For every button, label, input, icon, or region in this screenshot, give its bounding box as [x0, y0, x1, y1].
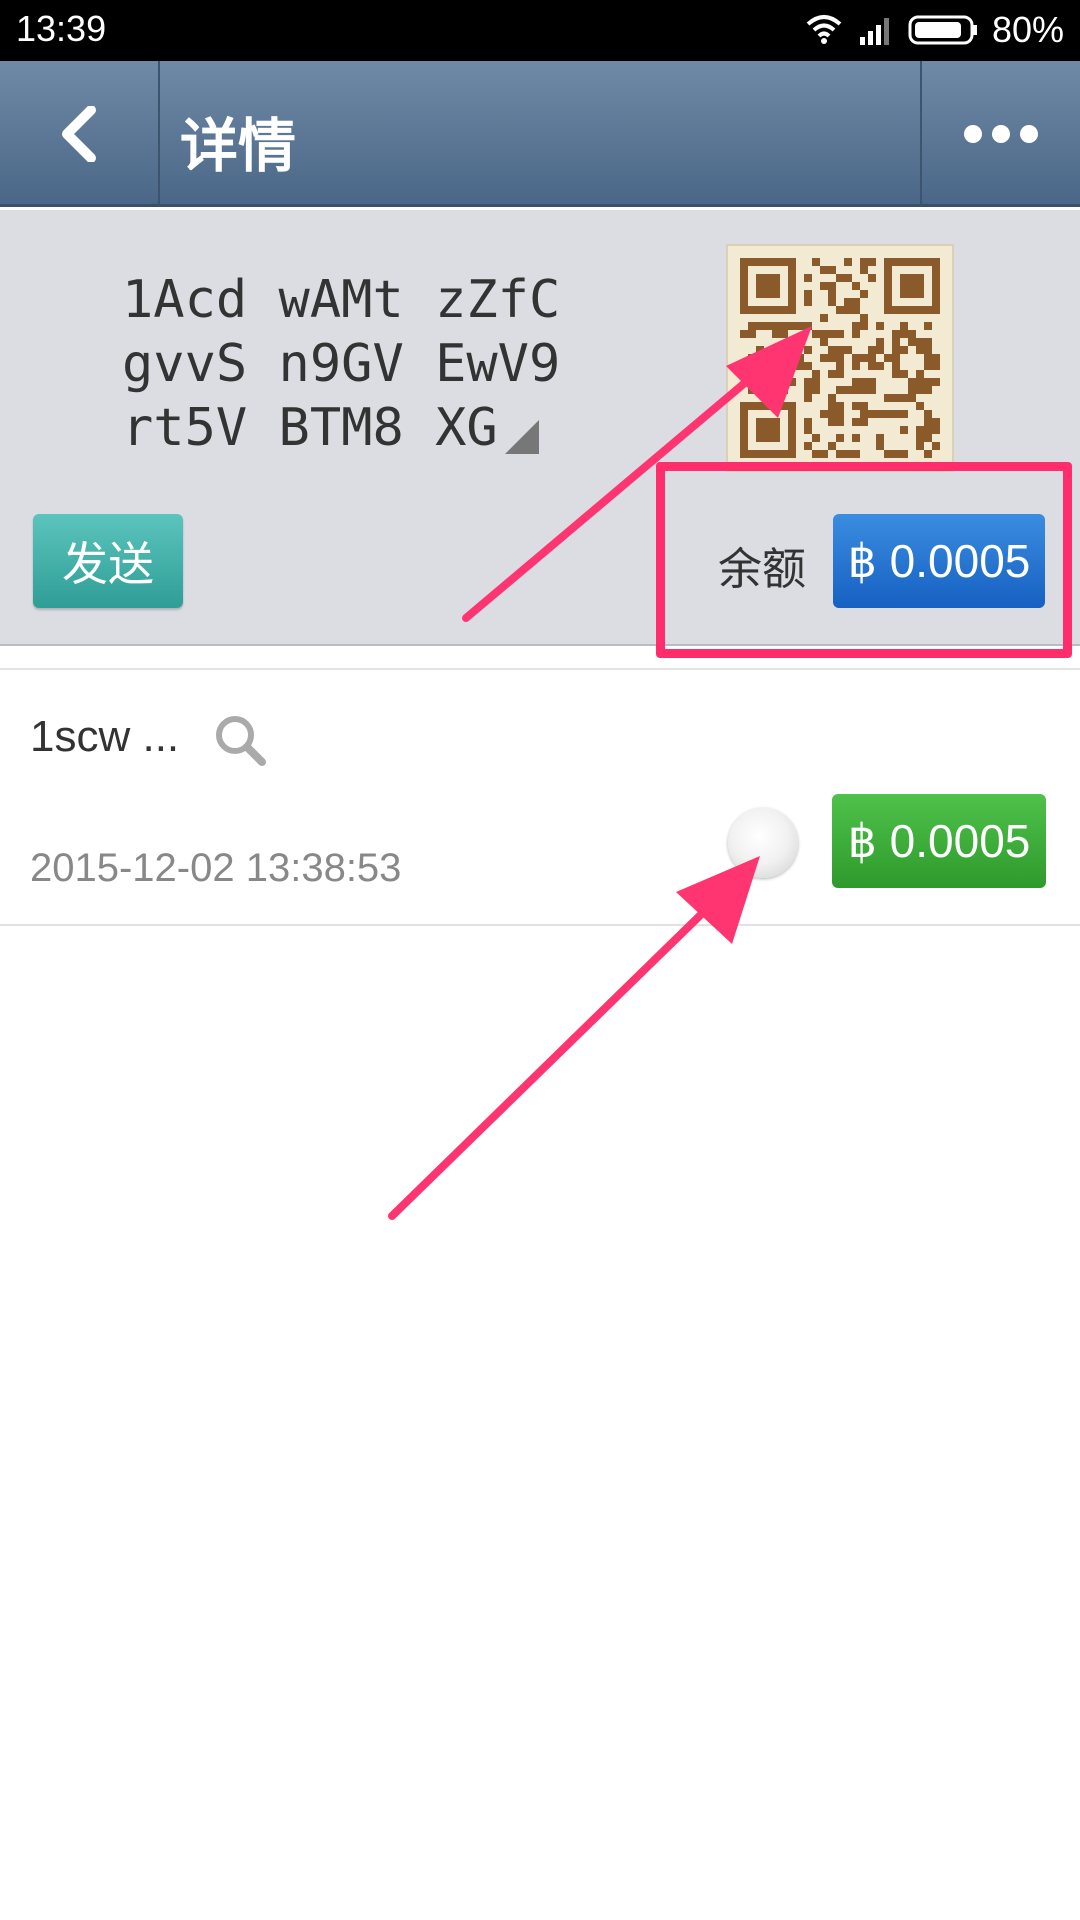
- status-bar: 13:39 80%: [0, 0, 1080, 61]
- more-dot-icon: [964, 125, 982, 143]
- transaction-address: 1scw ...: [30, 712, 180, 761]
- back-button[interactable]: [0, 61, 158, 207]
- confirmation-indicator[interactable]: [728, 808, 798, 878]
- title-divider-left: [158, 61, 160, 207]
- transaction-date: 2015-12-02 13:38:53: [30, 846, 402, 890]
- battery-percent: 80%: [991, 9, 1064, 50]
- qr-code[interactable]: [726, 244, 954, 472]
- transaction-amount-button[interactable]: ฿ 0.0005: [832, 794, 1046, 888]
- wifi-icon: [806, 15, 842, 44]
- highlight-box: [656, 462, 1072, 658]
- title-bar: 详情: [0, 61, 1080, 207]
- qr-code-image: [740, 258, 940, 458]
- address-line: gvvS n9GV EwV9: [122, 334, 561, 394]
- more-dot-icon: [1020, 125, 1038, 143]
- address-line: 1Acd wAMt zZfC: [122, 270, 561, 330]
- signal-icon: [859, 18, 889, 45]
- more-options-button[interactable]: [922, 61, 1080, 207]
- transaction-row[interactable]: 1scw ... 2015-12-02 13:38:53 ฿ 0.0005: [0, 670, 1080, 926]
- expand-corner-icon: [505, 420, 539, 454]
- status-icons: 80%: [804, 8, 1064, 52]
- wallet-address[interactable]: 1Acd wAMt zZfC gvvS n9GV EwV9 rt5V BTM8 …: [122, 268, 560, 460]
- arrow-line-2: [388, 892, 724, 1220]
- status-time: 13:39: [16, 8, 107, 49]
- chevron-left-icon: [62, 106, 96, 162]
- battery-icon: [908, 15, 977, 45]
- send-button[interactable]: 发送: [33, 514, 183, 608]
- more-dot-icon: [992, 125, 1010, 143]
- search-icon[interactable]: [210, 710, 270, 770]
- address-line: rt5V BTM8 XG: [122, 398, 498, 458]
- page-title: 详情: [180, 112, 297, 180]
